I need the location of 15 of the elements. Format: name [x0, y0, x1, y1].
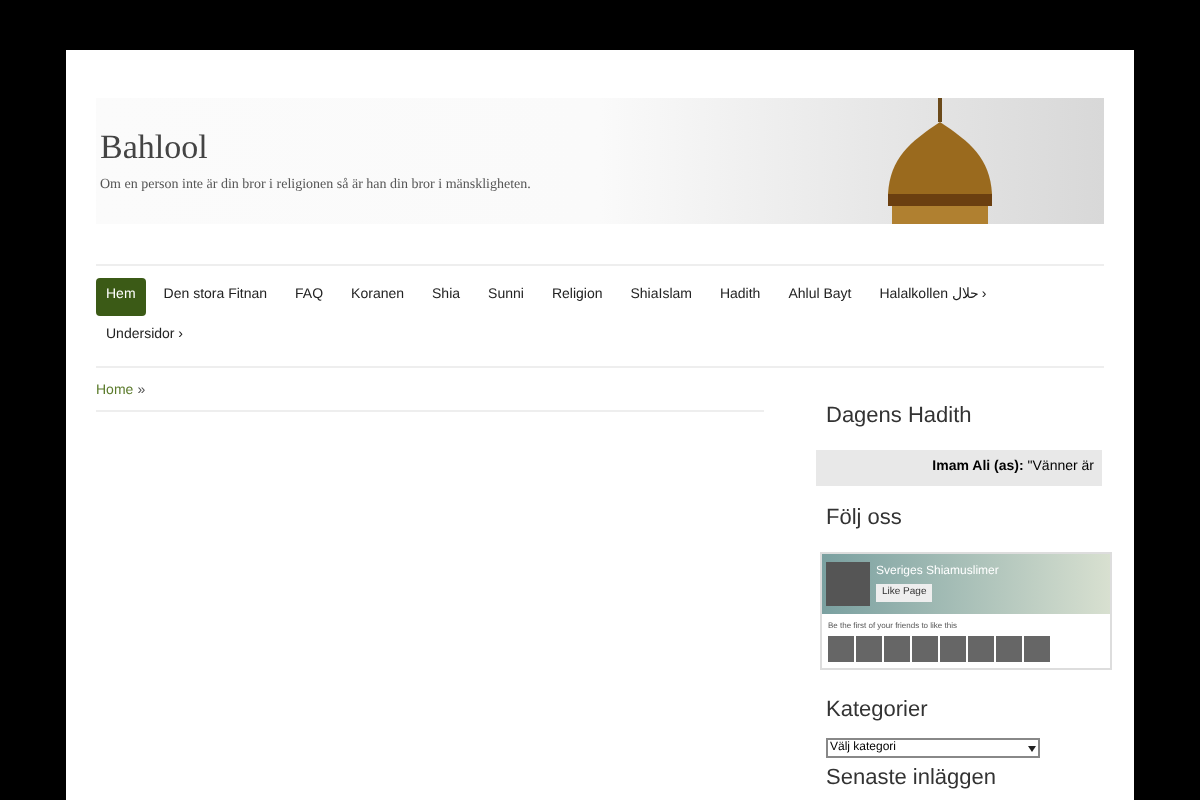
photo-placeholder [884, 635, 910, 661]
photo-placeholder [968, 635, 994, 661]
photo-placeholder [940, 635, 966, 661]
widget-title: Följ oss [826, 504, 904, 534]
photo-placeholder [1024, 635, 1050, 661]
site-title[interactable]: Bahlool [100, 126, 1104, 169]
photo-placeholder [912, 635, 938, 661]
photo-placeholder [856, 635, 882, 661]
widget-title: Senaste inläggen [826, 764, 999, 794]
caret-icon [1026, 742, 1038, 754]
photo-placeholder [996, 635, 1022, 661]
widget-title: Dagens Hadith [826, 402, 974, 432]
photo-placeholder [828, 635, 854, 661]
page-avatar [826, 561, 870, 605]
widget-title: Kategorier [826, 695, 930, 725]
